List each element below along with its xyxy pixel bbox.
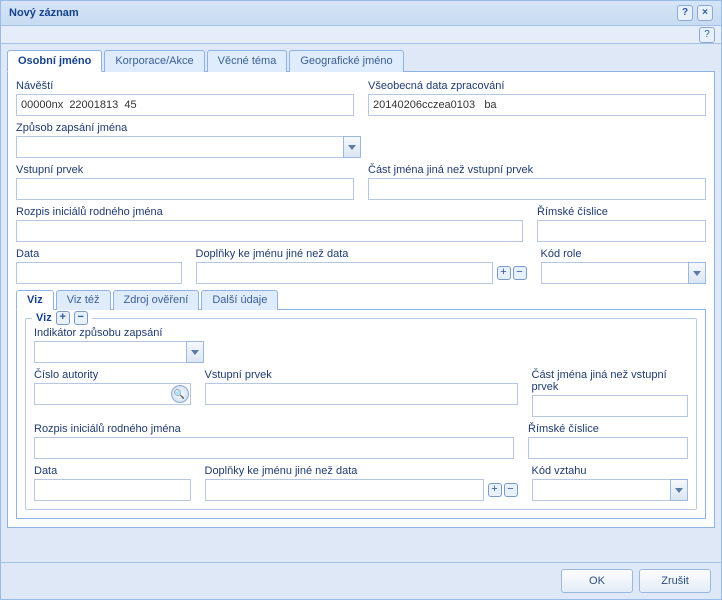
rimske-input[interactable] (537, 220, 706, 242)
label-rimske: Římské číslice (537, 206, 706, 218)
window-title: Nový záznam (9, 7, 79, 19)
kod-role-select[interactable] (541, 262, 707, 284)
label-navesti: Návěští (16, 80, 354, 92)
main-tabs: Osobní jméno Korporace/Akce Věcné téma G… (7, 50, 715, 72)
label-kod-role: Kód role (541, 248, 707, 260)
cast-jmena-input[interactable] (368, 178, 706, 200)
tab-zdroj-overeni[interactable]: Zdroj ověření (113, 290, 200, 310)
label-viz-doplnky: Doplňky ke jménu jiné než data (205, 465, 518, 477)
minus-icon[interactable]: − (513, 266, 527, 280)
titlebar: Nový záznam ? × (1, 1, 721, 26)
window: Nový záznam ? × ? Osobní jméno Korporace… (0, 0, 722, 600)
label-vstupni-prvek: Vstupní prvek (16, 164, 354, 176)
chevron-down-icon[interactable] (186, 341, 204, 363)
label-viz-vstupni-prvek: Vstupní prvek (205, 369, 518, 381)
vstupni-prvek-input[interactable] (16, 178, 354, 200)
help-icon[interactable]: ? (699, 27, 715, 43)
viz-doplnky-input[interactable] (205, 479, 484, 501)
label-viz-cast-jmena: Část jména jiná než vstupní prvek (532, 369, 689, 393)
tab-viz-tez[interactable]: Viz též (56, 290, 111, 310)
label-viz-data: Data (34, 465, 191, 477)
toolbar: ? (1, 26, 721, 44)
tab-geograficke-jmeno[interactable]: Geografické jméno (289, 50, 403, 72)
plus-icon[interactable]: + (488, 483, 502, 497)
minus-icon[interactable]: − (504, 483, 518, 497)
inner-body-viz: Viz + − Indikátor způsobu zapsání (16, 309, 706, 519)
tab-vecne-tema[interactable]: Věcné téma (207, 50, 288, 72)
tab-viz[interactable]: Viz (16, 290, 54, 310)
ok-button[interactable]: OK (561, 569, 633, 593)
label-rozpis-inicialu: Rozpis iniciálů rodného jména (16, 206, 523, 218)
cancel-button[interactable]: Zrušit (639, 569, 711, 593)
help-icon[interactable]: ? (677, 5, 693, 21)
doplnky-input[interactable] (196, 262, 493, 284)
label-zpusob-zapsani: Způsob zapsání jména (16, 122, 361, 134)
tab-dalsi-udaje[interactable]: Další údaje (201, 290, 278, 310)
rozpis-inicialu-input[interactable] (16, 220, 523, 242)
label-vseob-data: Všeobecná data zpracování (368, 80, 706, 92)
label-data: Data (16, 248, 182, 260)
kod-vztahu-select[interactable] (532, 479, 689, 501)
label-doplnky: Doplňky ke jménu jiné než data (196, 248, 527, 260)
inner-tabs: Viz Viz též Zdroj ověření Další údaje (16, 290, 706, 310)
navesti-input[interactable] (16, 94, 354, 116)
chevron-down-icon[interactable] (670, 479, 688, 501)
chevron-down-icon[interactable] (688, 262, 706, 284)
tab-body-osobni-jmeno: Návěští Všeobecná data zpracování Způsob… (7, 71, 715, 528)
search-icon[interactable]: 🔍 (171, 385, 189, 403)
data-input[interactable] (16, 262, 182, 284)
label-cislo-autority: Číslo autority (34, 369, 191, 381)
label-kod-vztahu: Kód vztahu (532, 465, 689, 477)
viz-rozpis-input[interactable] (34, 437, 514, 459)
zpusob-zapsani-select[interactable] (16, 136, 361, 158)
label-viz-rozpis: Rozpis iniciálů rodného jména (34, 423, 514, 435)
label-cast-jmena: Část jména jiná než vstupní prvek (368, 164, 706, 176)
label-indikator: Indikátor způsobu zapsání (34, 327, 204, 339)
chevron-down-icon[interactable] (343, 136, 361, 158)
viz-cast-jmena-input[interactable] (532, 395, 689, 417)
tab-osobni-jmeno[interactable]: Osobní jméno (7, 50, 102, 72)
plus-icon[interactable]: + (56, 311, 70, 325)
viz-vstupni-prvek-input[interactable] (205, 383, 518, 405)
content: Osobní jméno Korporace/Akce Věcné téma G… (1, 44, 721, 562)
label-viz-rimske: Římské číslice (528, 423, 688, 435)
viz-legend-label: Viz (36, 312, 52, 324)
button-bar: OK Zrušit (1, 562, 721, 599)
viz-data-input[interactable] (34, 479, 191, 501)
plus-icon[interactable]: + (497, 266, 511, 280)
tab-korporace-akce[interactable]: Korporace/Akce (104, 50, 204, 72)
close-icon[interactable]: × (697, 5, 713, 21)
vseob-data-input[interactable] (368, 94, 706, 116)
viz-rimske-input[interactable] (528, 437, 688, 459)
minus-icon[interactable]: − (74, 311, 88, 325)
indikator-select[interactable] (34, 341, 204, 363)
cislo-autority-input[interactable] (34, 383, 191, 405)
viz-fieldset: Viz + − Indikátor způsobu zapsání (25, 318, 697, 510)
